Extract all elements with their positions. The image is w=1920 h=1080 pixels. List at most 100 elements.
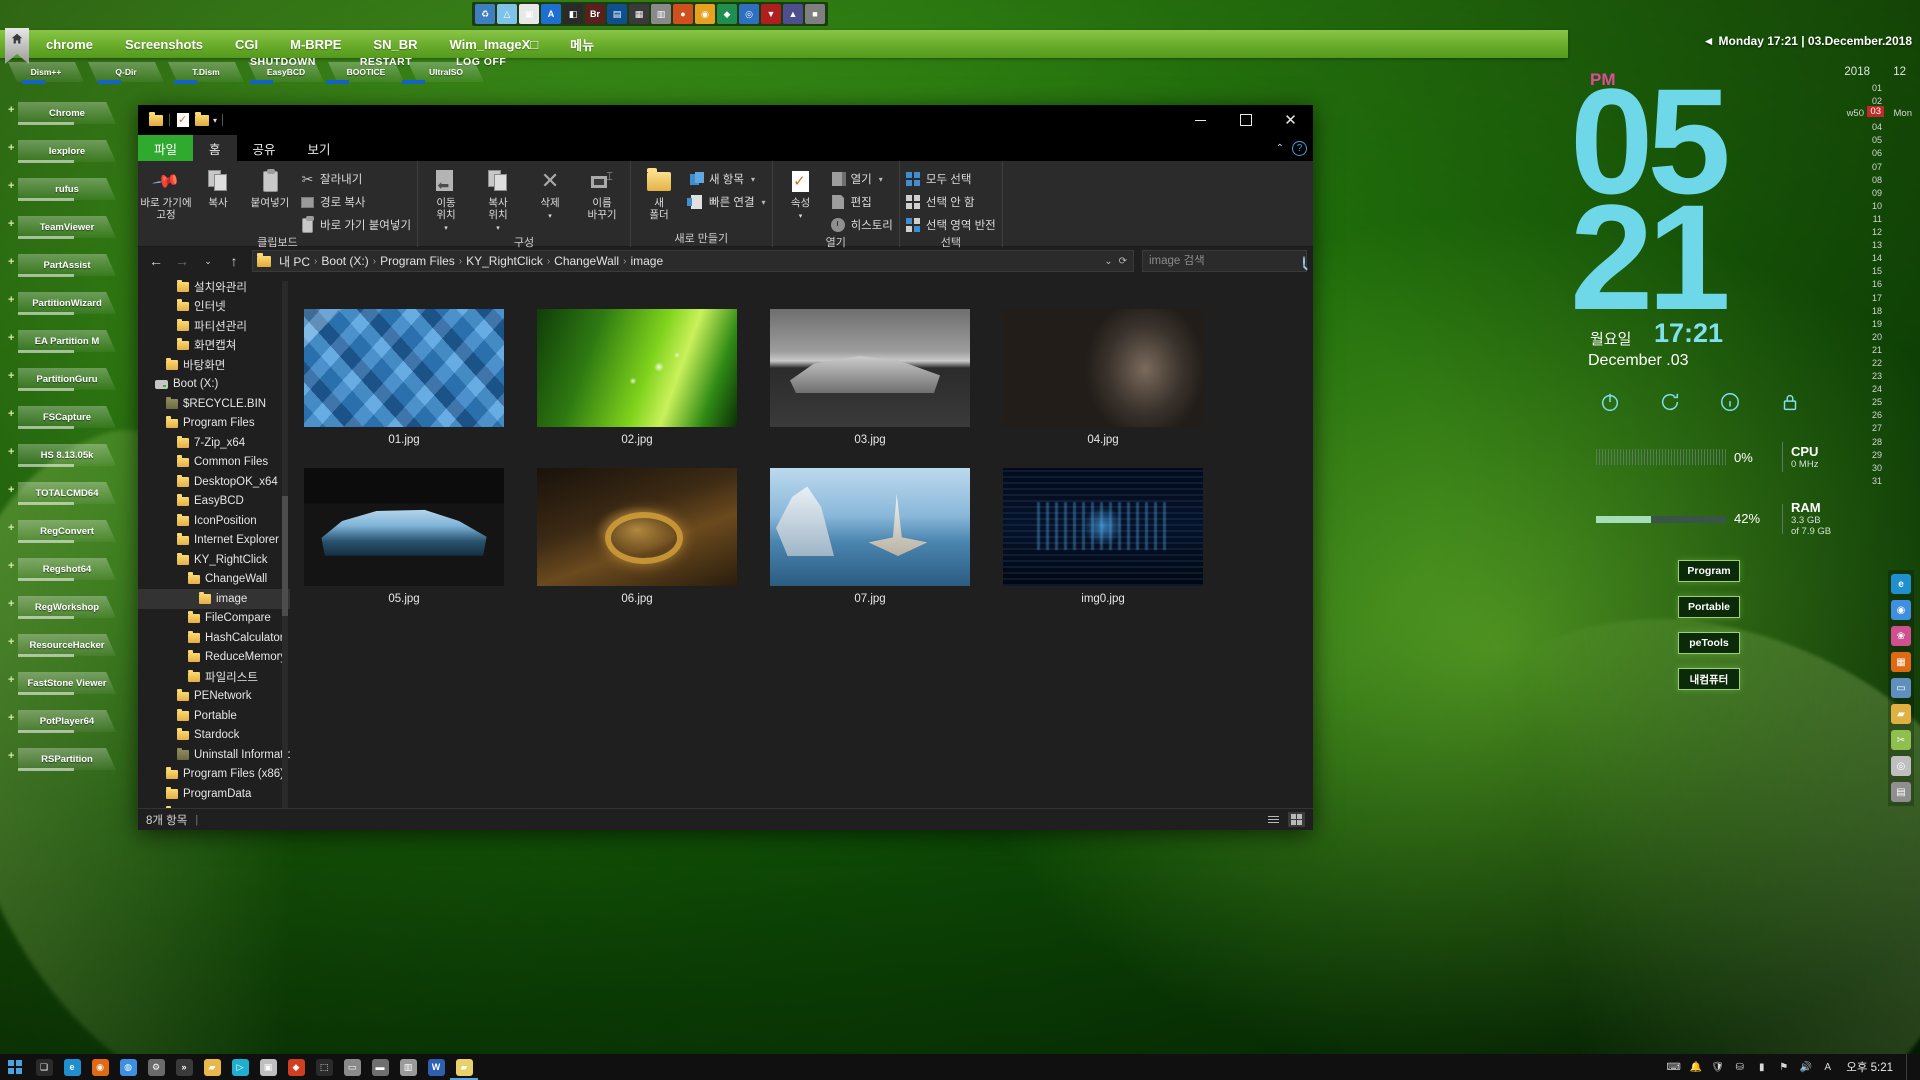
dock-item-regconvert[interactable]: + RegConvert xyxy=(8,518,116,544)
tree-item--[interactable]: 인터넷 xyxy=(138,297,290,317)
recent-locations-button[interactable]: ⌄ xyxy=(196,249,220,273)
paste-button[interactable]: 붙여넣기 xyxy=(244,165,296,209)
triangle-icon[interactable]: △ xyxy=(497,4,517,24)
breadcrumb-item-2[interactable]: Program Files xyxy=(376,254,459,268)
launcher-menu-item-6[interactable]: 메뉴 xyxy=(554,35,610,54)
dock-item-ea-partition-m[interactable]: + EA Partition M xyxy=(8,328,116,354)
dock-item-partitionguru[interactable]: + PartitionGuru xyxy=(8,366,116,392)
tree-item-boot-x-[interactable]: Boot (X:) xyxy=(138,375,290,395)
power-icon[interactable] xyxy=(1598,390,1622,414)
tool-tab-4[interactable]: BOOTICE xyxy=(328,62,404,82)
dock-item-chrome[interactable]: + Chrome xyxy=(8,100,116,126)
launcher-menu-item-0[interactable]: chrome xyxy=(30,37,109,52)
widget-button-portable[interactable]: Portable xyxy=(1678,596,1740,618)
dock-item-partassist[interactable]: + PartAssist xyxy=(8,252,116,278)
dock-item-totalcmd64[interactable]: + TOTALCMD64 xyxy=(8,480,116,506)
app-icon-6[interactable]: ▥ xyxy=(651,4,671,24)
chrome-icon[interactable]: ◉ xyxy=(1891,600,1911,620)
copy-button[interactable]: 복사 xyxy=(192,165,244,209)
copy-to-button[interactable]: 복사 위치 ▾ xyxy=(472,165,524,235)
file-item-07-jpg[interactable]: 07.jpg xyxy=(770,468,970,605)
dock-item-teamviewer[interactable]: + TeamViewer xyxy=(8,214,116,240)
breadcrumb-item-5[interactable]: image xyxy=(626,254,667,268)
tree-item--recycle-bin[interactable]: $RECYCLE.BIN xyxy=(138,394,290,414)
tree-item--[interactable]: 파티션관리 xyxy=(138,316,290,336)
ribbon-tab-2[interactable]: 공유 xyxy=(237,135,292,161)
select-all-button[interactable]: 모두 선택 xyxy=(906,169,996,189)
file-item-03-jpg[interactable]: 03.jpg xyxy=(770,309,970,446)
app-icon-8[interactable]: ◉ xyxy=(695,4,715,24)
tree-item-image[interactable]: image xyxy=(138,589,290,609)
taskbar-explorer-icon[interactable]: ▰ xyxy=(198,1054,226,1080)
launcher-menu-item-4[interactable]: SN_BR xyxy=(357,37,433,52)
tree-item-common-files[interactable]: Common Files xyxy=(138,453,290,473)
tree-item-portable[interactable]: Portable xyxy=(138,706,290,726)
file-item-02-jpg[interactable]: 02.jpg xyxy=(537,309,737,446)
launcher-menu-item-2[interactable]: CGI xyxy=(219,37,274,52)
app-icon-9[interactable]: ◆ xyxy=(717,4,737,24)
qat-folder-icon[interactable] xyxy=(148,111,164,128)
help-icon[interactable]: ? xyxy=(1292,140,1307,156)
tree-item-desktopok-x64[interactable]: DesktopOK_x64 xyxy=(138,472,290,492)
app-icon-1[interactable]: ▣ xyxy=(519,4,539,24)
maximize-button[interactable] xyxy=(1223,105,1268,135)
widget-button-내컴퓨터[interactable]: 내컴퓨터 xyxy=(1678,668,1740,690)
monitor-icon[interactable]: ▭ xyxy=(1891,678,1911,698)
taskbar-firefox-icon[interactable]: ◉ xyxy=(86,1054,114,1080)
tray-volume-icon[interactable]: 🔊 xyxy=(1798,1060,1813,1075)
app-icon-7[interactable]: ● xyxy=(673,4,693,24)
taskbar-app6-icon[interactable]: ▥ xyxy=(394,1054,422,1080)
taskbar-clock[interactable]: 오후 5:21 xyxy=(1846,1059,1893,1075)
move-to-button[interactable]: ⬅ 이동 위치 ▾ xyxy=(420,165,472,235)
tray-keyboard-icon[interactable]: ⌨ xyxy=(1666,1060,1681,1075)
refresh-icon[interactable]: ⟳ xyxy=(1119,256,1127,267)
chevron-down-icon[interactable]: ▾ xyxy=(751,175,755,184)
dock-item-regshot64[interactable]: + Regshot64 xyxy=(8,556,116,582)
tree-item--[interactable]: 바탕화면 xyxy=(138,355,290,375)
breadcrumb[interactable]: 내 PC › Boot (X:) › Program Files › KY_RightCli… xyxy=(252,250,1134,272)
task-view-icon[interactable]: ❑ xyxy=(30,1054,58,1080)
taskbar-app2-icon[interactable]: ◆ xyxy=(282,1054,310,1080)
tool-tab-3[interactable]: EasyBCD xyxy=(248,62,324,82)
tray-bell-icon[interactable]: 🔔 xyxy=(1688,1060,1703,1075)
app-icon-2[interactable]: A xyxy=(541,4,561,24)
chevron-down-icon[interactable]: ▾ xyxy=(762,198,766,207)
up-button[interactable]: ↑ xyxy=(222,249,246,273)
tree-item-programdata[interactable]: ProgramData xyxy=(138,784,290,804)
details-view-button[interactable] xyxy=(1265,812,1282,827)
folder-icon[interactable]: ▰ xyxy=(1891,704,1911,724)
app-icon-10[interactable]: ◎ xyxy=(739,4,759,24)
close-button[interactable]: ✕ xyxy=(1268,105,1313,135)
tray-shield-icon[interactable]: 🛡 xyxy=(1710,1060,1725,1075)
forward-button[interactable]: → xyxy=(170,249,194,273)
search-input[interactable] xyxy=(1149,255,1303,267)
ribbon-tab-3[interactable]: 보기 xyxy=(292,135,347,161)
app-icon-12[interactable]: ▲ xyxy=(783,4,803,24)
delete-button[interactable]: ✕ 삭제 ▾ xyxy=(524,165,576,223)
file-item-05-jpg[interactable]: 05.jpg xyxy=(304,468,504,605)
breadcrumb-item-0[interactable]: 내 PC xyxy=(275,253,314,270)
apps-icon[interactable]: ▦ xyxy=(1891,652,1911,672)
nav-scrollbar-thumb[interactable] xyxy=(282,496,288,616)
select-none-button[interactable]: 선택 안 함 xyxy=(906,192,996,212)
tool-tab-1[interactable]: Q-Dir xyxy=(88,62,164,82)
start-button[interactable] xyxy=(0,1054,30,1080)
tool-tab-0[interactable]: Dism++ xyxy=(8,62,84,82)
dock-item-rufus[interactable]: + rufus xyxy=(8,176,116,202)
dock-item-resourcehacker[interactable]: + ResourceHacker xyxy=(8,632,116,658)
new-item-button[interactable]: 새 항목 ▾ xyxy=(689,169,766,189)
tree-item-internet-explorer[interactable]: Internet Explorer xyxy=(138,531,290,551)
tree-item-uninstall-information[interactable]: Uninstall Information xyxy=(138,745,290,765)
history-button[interactable]: 히스토리 xyxy=(831,215,893,235)
tree-item--[interactable]: 화면캡쳐 xyxy=(138,336,290,356)
qat-properties-icon[interactable] xyxy=(175,112,191,128)
widget-button-petools[interactable]: peTools xyxy=(1678,632,1740,654)
page-icon[interactable]: ▤ xyxy=(1891,782,1911,802)
launcher-menu-item-1[interactable]: Screenshots xyxy=(109,37,219,52)
tree-item-reducememory[interactable]: ReduceMemory xyxy=(138,648,290,668)
taskbar-app3-icon[interactable]: ⬚ xyxy=(310,1054,338,1080)
qat-new-folder-icon[interactable] xyxy=(194,111,210,128)
dock-item-hs-8-13-05k[interactable]: + HS 8.13.05k xyxy=(8,442,116,468)
ribbon-tab-1[interactable]: 홈 xyxy=(193,135,237,161)
dock-item-faststone-viewer[interactable]: + FastStone Viewer xyxy=(8,670,116,696)
